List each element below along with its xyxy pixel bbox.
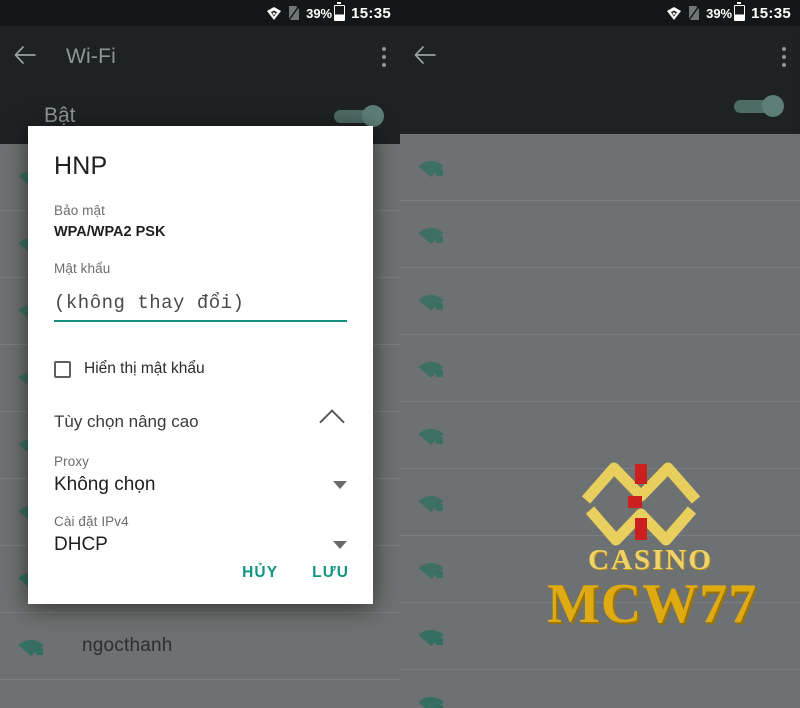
ipv4-settings-value: DHCP	[54, 534, 108, 555]
wifi-toggle-switch[interactable]	[734, 95, 784, 117]
wifi-signal-icon	[18, 636, 44, 656]
advanced-options-label: Tùy chọn nâng cao	[54, 412, 199, 431]
chevron-up-icon	[319, 409, 345, 435]
list-item[interactable]	[400, 335, 800, 402]
switch-knob	[762, 95, 784, 117]
network-list-right[interactable]	[400, 134, 800, 708]
wifi-signal-icon	[418, 224, 444, 244]
battery-indicator: 39%	[706, 2, 746, 21]
phone-panel-right: 39% 15:35 HNP Tùy chọn nâng cao Proxy Kh…	[400, 0, 800, 708]
wifi-diamond-icon	[266, 6, 282, 21]
dialog-actions: HỦY LƯU	[242, 564, 349, 582]
wifi-config-dialog-basic: HNP Bảo mật WPA/WPA2 PSK Mật khẩu (không…	[28, 126, 373, 604]
list-item[interactable]	[400, 469, 800, 536]
dialog-title: HNP	[54, 152, 108, 180]
back-arrow-icon[interactable]	[414, 45, 436, 69]
show-password-checkbox[interactable]	[54, 360, 71, 378]
list-item[interactable]	[400, 402, 800, 469]
clock: 15:35	[351, 4, 391, 22]
cancel-button[interactable]: HỦY	[242, 564, 278, 582]
phone-panel-left: Le Minh ngocthanh Bật	[0, 0, 400, 708]
wifi-toggle-switch[interactable]	[334, 105, 384, 127]
password-input[interactable]: (không thay đổi)	[54, 292, 244, 314]
wifi-diamond-icon	[666, 6, 682, 21]
proxy-select[interactable]: Không chọn	[54, 474, 347, 496]
password-label: Mật khẩu	[54, 261, 111, 276]
sim-slash-icon	[288, 5, 300, 21]
wifi-signal-icon	[418, 425, 444, 445]
list-item[interactable]	[400, 670, 800, 708]
wifi-signal-icon	[418, 358, 444, 378]
clock: 15:35	[751, 4, 791, 22]
page-title: Wi-Fi	[66, 45, 116, 68]
battery-percent: 39%	[706, 5, 733, 21]
screenshot-root: Le Minh ngocthanh Bật	[0, 0, 800, 708]
list-item[interactable]: ngocthanh	[0, 613, 400, 680]
save-button[interactable]: LƯU	[312, 564, 349, 582]
wifi-signal-icon	[418, 626, 444, 646]
list-item[interactable]	[400, 268, 800, 335]
ipv4-settings-select[interactable]: DHCP	[54, 534, 347, 556]
switch-knob	[362, 105, 384, 127]
list-item[interactable]	[400, 603, 800, 670]
back-arrow-icon[interactable]	[14, 45, 36, 69]
list-item[interactable]	[400, 536, 800, 603]
kebab-menu-icon[interactable]	[382, 47, 386, 67]
sim-slash-icon	[688, 5, 700, 21]
chevron-down-icon	[333, 541, 347, 549]
chevron-down-icon	[333, 481, 347, 489]
ipv4-settings-label: Cài đặt IPv4	[54, 514, 129, 529]
wifi-signal-icon	[418, 291, 444, 311]
wifi-signal-icon	[418, 157, 444, 177]
proxy-value: Không chọn	[54, 474, 156, 495]
battery-icon	[334, 2, 346, 21]
kebab-menu-icon[interactable]	[782, 47, 786, 67]
battery-indicator: 39%	[306, 2, 346, 21]
status-bar: 39% 15:35	[0, 0, 400, 26]
show-password-row[interactable]: Hiển thị mật khẩu	[54, 360, 347, 378]
advanced-options-toggle[interactable]: Tùy chọn nâng cao	[54, 409, 347, 435]
show-password-label: Hiển thị mật khẩu	[84, 360, 205, 377]
list-item[interactable]	[400, 134, 800, 201]
list-item[interactable]	[400, 201, 800, 268]
wifi-signal-icon	[418, 492, 444, 512]
app-toolbar: Wi-Fi	[0, 26, 400, 88]
app-toolbar	[400, 26, 800, 88]
proxy-label: Proxy	[54, 454, 90, 469]
battery-icon	[734, 2, 746, 21]
wifi-signal-icon	[418, 693, 444, 708]
status-bar: 39% 15:35	[400, 0, 800, 26]
network-name: ngocthanh	[82, 635, 173, 656]
battery-percent: 39%	[306, 5, 333, 21]
wifi-signal-icon	[418, 559, 444, 579]
wifi-enable-label: Bật	[44, 104, 76, 127]
security-value: WPA/WPA2 PSK	[54, 224, 166, 240]
security-label: Bảo mật	[54, 203, 105, 218]
